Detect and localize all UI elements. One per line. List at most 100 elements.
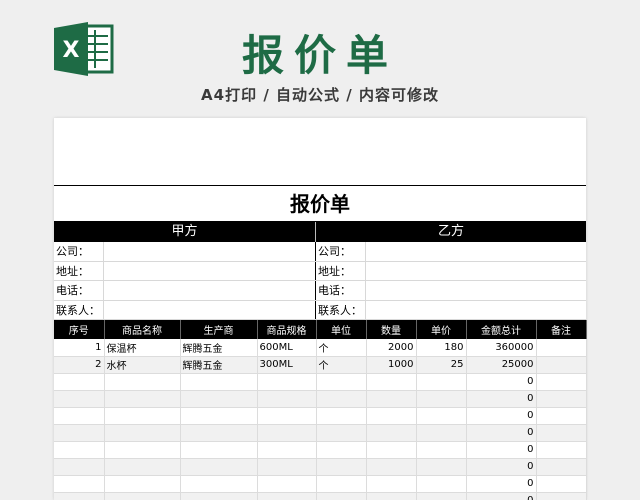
cell-maker[interactable]: [180, 475, 258, 493]
cell-total[interactable]: 0: [466, 492, 537, 500]
cell-price[interactable]: [416, 492, 467, 500]
cell-no[interactable]: [54, 492, 105, 500]
cell-no[interactable]: [54, 475, 105, 493]
cell-note[interactable]: [536, 373, 587, 391]
sheet-blank-area[interactable]: [54, 118, 586, 186]
cell-total[interactable]: 0: [466, 424, 537, 442]
cell-price[interactable]: [416, 407, 467, 425]
cell-note[interactable]: [536, 458, 587, 476]
cell-spec[interactable]: [257, 407, 317, 425]
party-b-header[interactable]: 乙方: [316, 222, 586, 242]
cell-qty[interactable]: 2000: [366, 339, 417, 357]
cell-maker[interactable]: [180, 407, 258, 425]
cell-price[interactable]: 25: [416, 356, 467, 374]
cell-no[interactable]: [54, 424, 105, 442]
cell-maker[interactable]: [180, 390, 258, 408]
party-b-value-cell[interactable]: [366, 281, 586, 300]
cell-name[interactable]: 保温杯: [104, 339, 181, 357]
column-header[interactable]: 单位: [316, 320, 367, 339]
party-b-value-cell[interactable]: [366, 262, 586, 281]
column-header[interactable]: 商品名称: [104, 320, 181, 339]
cell-spec[interactable]: [257, 492, 317, 500]
cell-price[interactable]: [416, 475, 467, 493]
cell-spec[interactable]: [257, 475, 317, 493]
cell-note[interactable]: [536, 424, 587, 442]
cell-note[interactable]: [536, 339, 587, 357]
party-b-label[interactable]: 电话：: [316, 281, 366, 300]
cell-total[interactable]: 25000: [466, 356, 537, 374]
cell-no[interactable]: [54, 373, 105, 391]
cell-qty[interactable]: [366, 458, 417, 476]
party-a-value-cell[interactable]: [104, 300, 316, 319]
cell-name[interactable]: [104, 390, 181, 408]
cell-price[interactable]: 180: [416, 339, 467, 357]
cell-unit[interactable]: [316, 492, 367, 500]
party-b-label[interactable]: 公司：: [316, 242, 366, 261]
cell-total[interactable]: 0: [466, 407, 537, 425]
cell-total[interactable]: 360000: [466, 339, 537, 357]
cell-name[interactable]: [104, 475, 181, 493]
column-header[interactable]: 备注: [536, 320, 587, 339]
cell-no[interactable]: [54, 458, 105, 476]
cell-unit[interactable]: [316, 441, 367, 459]
cell-unit[interactable]: [316, 373, 367, 391]
cell-spec[interactable]: [257, 441, 317, 459]
cell-maker[interactable]: [180, 492, 258, 500]
party-b-label[interactable]: 联系人：: [316, 300, 366, 319]
party-b-label[interactable]: 地址：: [316, 261, 366, 280]
cell-total[interactable]: 0: [466, 475, 537, 493]
cell-qty[interactable]: [366, 373, 417, 391]
cell-note[interactable]: [536, 441, 587, 459]
party-a-label[interactable]: 联系人：: [54, 300, 104, 319]
cell-no[interactable]: [54, 441, 105, 459]
cell-total[interactable]: 0: [466, 441, 537, 459]
column-header[interactable]: 单价: [416, 320, 467, 339]
cell-spec[interactable]: 300ML: [257, 356, 317, 374]
cell-price[interactable]: [416, 390, 467, 408]
party-a-header[interactable]: 甲方: [54, 222, 316, 242]
party-b-value-cell[interactable]: [366, 242, 586, 261]
cell-note[interactable]: [536, 390, 587, 408]
column-header[interactable]: 商品规格: [257, 320, 317, 339]
party-a-value-cell[interactable]: [104, 242, 316, 261]
cell-qty[interactable]: [366, 475, 417, 493]
cell-note[interactable]: [536, 492, 587, 500]
party-a-label[interactable]: 地址：: [54, 261, 104, 280]
column-header[interactable]: 金额总计: [466, 320, 537, 339]
cell-unit[interactable]: 个: [316, 356, 367, 374]
cell-spec[interactable]: [257, 390, 317, 408]
cell-unit[interactable]: [316, 458, 367, 476]
party-b-value-cell[interactable]: [366, 301, 586, 320]
cell-spec[interactable]: [257, 424, 317, 442]
cell-qty[interactable]: [366, 441, 417, 459]
cell-total[interactable]: 0: [466, 390, 537, 408]
cell-no[interactable]: 1: [54, 339, 105, 357]
cell-name[interactable]: [104, 373, 181, 391]
cell-price[interactable]: [416, 373, 467, 391]
cell-maker[interactable]: [180, 441, 258, 459]
cell-name[interactable]: [104, 407, 181, 425]
cell-maker[interactable]: 辉腾五金: [180, 356, 258, 374]
cell-spec[interactable]: [257, 373, 317, 391]
cell-name[interactable]: [104, 441, 181, 459]
column-header[interactable]: 数量: [366, 320, 417, 339]
column-header[interactable]: 生产商: [180, 320, 258, 339]
cell-no[interactable]: [54, 407, 105, 425]
cell-note[interactable]: [536, 356, 587, 374]
cell-unit[interactable]: 个: [316, 339, 367, 357]
cell-no[interactable]: [54, 390, 105, 408]
party-a-value-cell[interactable]: [104, 281, 316, 300]
cell-unit[interactable]: [316, 390, 367, 408]
cell-price[interactable]: [416, 458, 467, 476]
cell-qty[interactable]: [366, 492, 417, 500]
party-a-label[interactable]: 电话：: [54, 281, 104, 300]
cell-note[interactable]: [536, 407, 587, 425]
cell-no[interactable]: 2: [54, 356, 105, 374]
cell-qty[interactable]: [366, 424, 417, 442]
cell-unit[interactable]: [316, 407, 367, 425]
cell-note[interactable]: [536, 475, 587, 493]
cell-spec[interactable]: 600ML: [257, 339, 317, 357]
cell-unit[interactable]: [316, 475, 367, 493]
cell-maker[interactable]: [180, 373, 258, 391]
cell-unit[interactable]: [316, 424, 367, 442]
